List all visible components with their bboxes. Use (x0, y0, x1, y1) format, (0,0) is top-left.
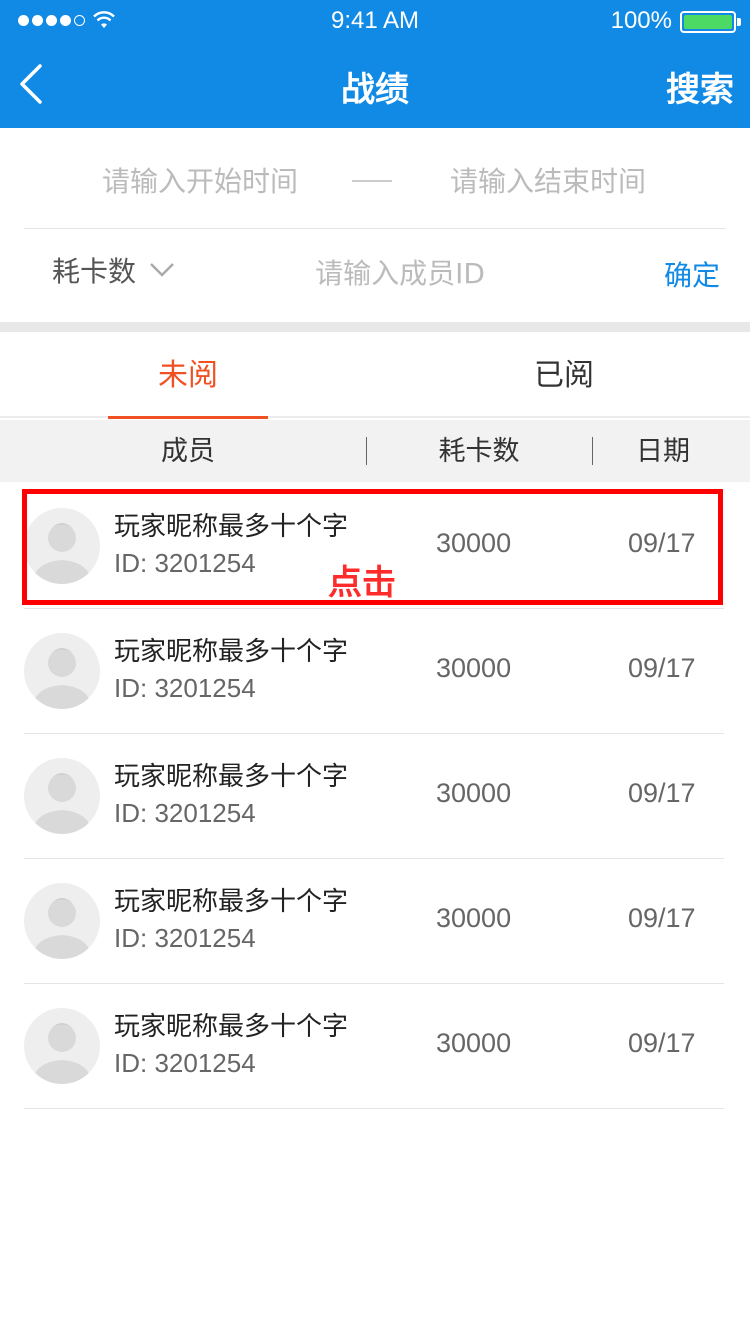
date-range-dash (352, 180, 392, 182)
table-row[interactable]: 玩家昵称最多十个字 ID: 3201254 30000 09/17 (24, 859, 724, 984)
nav-bar: 9:41 AM 100% 战绩 搜索 (0, 0, 750, 128)
divider (24, 228, 726, 229)
table-row[interactable]: 玩家昵称最多十个字 ID: 3201254 30000 09/17 (24, 734, 724, 859)
avatar (24, 508, 100, 584)
click-annotation: 点击 (328, 563, 396, 603)
player-id: ID: 3201254 (114, 923, 256, 953)
header-cards: 耗卡数 (438, 436, 520, 467)
battery-percent: 100% (610, 7, 672, 34)
sort-select[interactable]: 耗卡数 (52, 250, 176, 290)
row-date: 09/17 (628, 653, 696, 683)
cards-count: 30000 (436, 1028, 512, 1058)
chevron-down-icon (150, 263, 174, 277)
tab-unread[interactable]: 未阅 (108, 332, 268, 418)
confirm-button[interactable]: 确定 (664, 254, 720, 294)
player-nickname: 玩家昵称最多十个字 (114, 762, 349, 792)
player-nickname: 玩家昵称最多十个字 (114, 637, 349, 667)
avatar (24, 633, 100, 709)
player-id: ID: 3201254 (114, 673, 256, 703)
start-time-input[interactable] (70, 158, 330, 204)
avatar (24, 1008, 100, 1084)
search-button[interactable]: 搜索 (666, 62, 734, 111)
table-row[interactable]: 玩家昵称最多十个字 ID: 3201254 30000 09/17 (24, 984, 724, 1109)
avatar (24, 758, 100, 834)
filter-panel: 耗卡数 确定 (0, 128, 750, 322)
player-nickname: 玩家昵称最多十个字 (114, 1012, 349, 1042)
sort-select-value: 耗卡数 (52, 255, 137, 288)
cards-count: 30000 (436, 528, 512, 558)
tab-read[interactable]: 已阅 (484, 332, 644, 418)
cards-count: 30000 (436, 778, 512, 808)
row-date: 09/17 (628, 1028, 696, 1058)
player-nickname: 玩家昵称最多十个字 (114, 887, 349, 917)
table-row[interactable]: 玩家昵称最多十个字 ID: 3201254 30000 09/17 (24, 609, 724, 734)
player-id: ID: 3201254 (114, 798, 256, 828)
row-date: 09/17 (628, 903, 696, 933)
section-gap (0, 322, 750, 332)
tab-bar: 未阅 已阅 (0, 332, 750, 419)
header-member: 成员 (161, 436, 215, 467)
header-date: 日期 (636, 436, 690, 467)
cards-count: 30000 (436, 903, 512, 933)
row-date: 09/17 (628, 528, 696, 558)
player-id: ID: 3201254 (114, 548, 256, 578)
page-title: 战绩 (341, 70, 409, 110)
member-id-input[interactable] (250, 250, 550, 296)
active-tab-indicator (108, 416, 268, 419)
status-bar: 9:41 AM 100% (0, 0, 750, 44)
battery-icon (680, 11, 741, 33)
player-nickname: 玩家昵称最多十个字 (114, 512, 349, 542)
row-date: 09/17 (628, 778, 696, 808)
end-time-input[interactable] (418, 158, 678, 204)
avatar (24, 883, 100, 959)
table-header: 成员 耗卡数 日期 (0, 420, 750, 482)
player-id: ID: 3201254 (114, 1048, 256, 1078)
cards-count: 30000 (436, 653, 512, 683)
